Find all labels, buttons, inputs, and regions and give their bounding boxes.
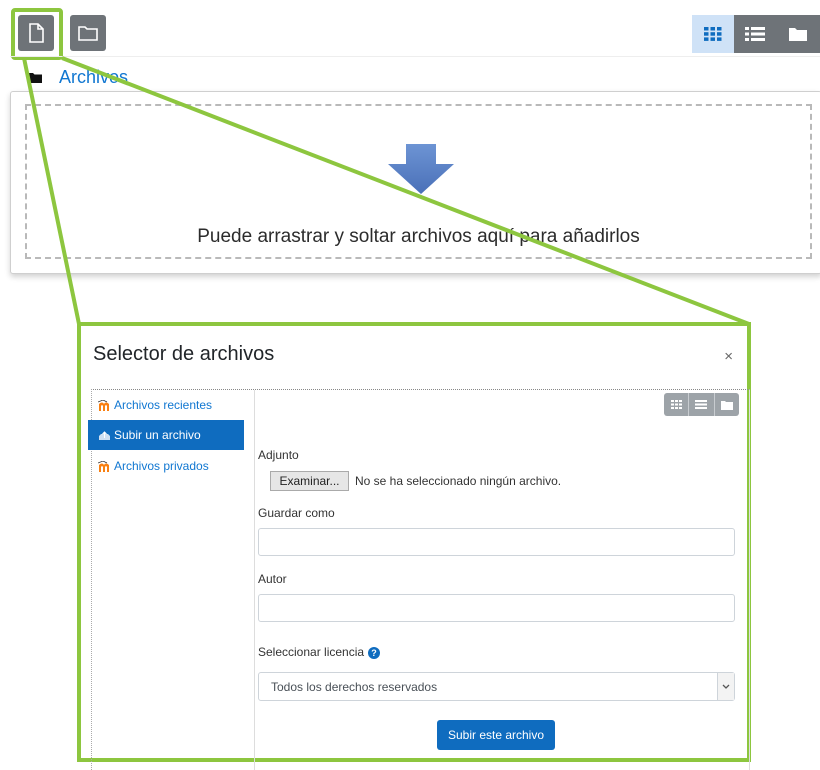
- header-divider: [10, 56, 820, 57]
- license-label: Seleccionar licencia: [258, 645, 365, 659]
- sidebar-item-private[interactable]: Archivos privados: [88, 451, 244, 481]
- grid-view-icon: [704, 27, 722, 41]
- grid-view-button[interactable]: [664, 393, 690, 416]
- moodle-icon: [98, 460, 109, 472]
- author-input[interactable]: [258, 594, 735, 622]
- list-view-icon: [745, 27, 765, 41]
- down-arrow-icon: [388, 144, 454, 194]
- highlight-box: [11, 8, 63, 60]
- license-select[interactable]: Todos los derechos reservados: [258, 672, 735, 701]
- breadcrumb: Archivos: [28, 65, 128, 89]
- chevron-down-icon: [717, 673, 734, 700]
- folder-view-button[interactable]: [715, 393, 739, 416]
- folder-icon: [28, 72, 42, 83]
- list-view-icon: [695, 400, 708, 409]
- sidebar-divider: [254, 390, 255, 770]
- breadcrumb-label[interactable]: Archivos: [59, 67, 128, 88]
- sidebar-item-label: Archivos recientes: [114, 398, 213, 412]
- list-view-button[interactable]: [734, 15, 776, 53]
- no-file-text: No se ha seleccionado ningún archivo.: [355, 474, 562, 488]
- browse-button[interactable]: Examinar...: [270, 471, 349, 491]
- folder-tree-icon: [720, 400, 733, 410]
- create-folder-button[interactable]: [70, 15, 106, 51]
- save-as-input[interactable]: [258, 528, 735, 556]
- close-icon[interactable]: ×: [724, 348, 733, 365]
- sidebar-item-upload[interactable]: Subir un archivo: [88, 420, 244, 450]
- folder-view-button[interactable]: [776, 15, 820, 53]
- moodle-icon: [98, 399, 109, 411]
- upload-icon: [99, 430, 110, 440]
- grid-view-icon: [670, 400, 682, 409]
- folder-tree-icon: [789, 28, 807, 41]
- upload-file-button[interactable]: Subir este archivo: [437, 720, 555, 750]
- help-icon[interactable]: ?: [368, 647, 380, 659]
- sidebar-item-recent[interactable]: Archivos recientes: [88, 390, 244, 420]
- license-value: Todos los derechos reservados: [271, 679, 438, 694]
- dropzone[interactable]: Puede arrastrar y soltar archivos aquí p…: [25, 104, 812, 259]
- sidebar-item-label: Subir un archivo: [114, 428, 201, 442]
- list-view-button[interactable]: [689, 393, 715, 416]
- attachment-label: Adjunto: [258, 448, 299, 462]
- dialog-title: Selector de archivos: [93, 343, 275, 365]
- dialog-view-switcher: [664, 393, 739, 416]
- folder-icon: [78, 26, 98, 41]
- save-as-label: Guardar como: [258, 506, 335, 520]
- sidebar-item-label: Archivos privados: [114, 459, 209, 473]
- dropzone-text: Puede arrastrar y soltar archivos aquí p…: [197, 226, 640, 247]
- author-label: Autor: [258, 572, 287, 586]
- grid-view-button[interactable]: [692, 15, 734, 53]
